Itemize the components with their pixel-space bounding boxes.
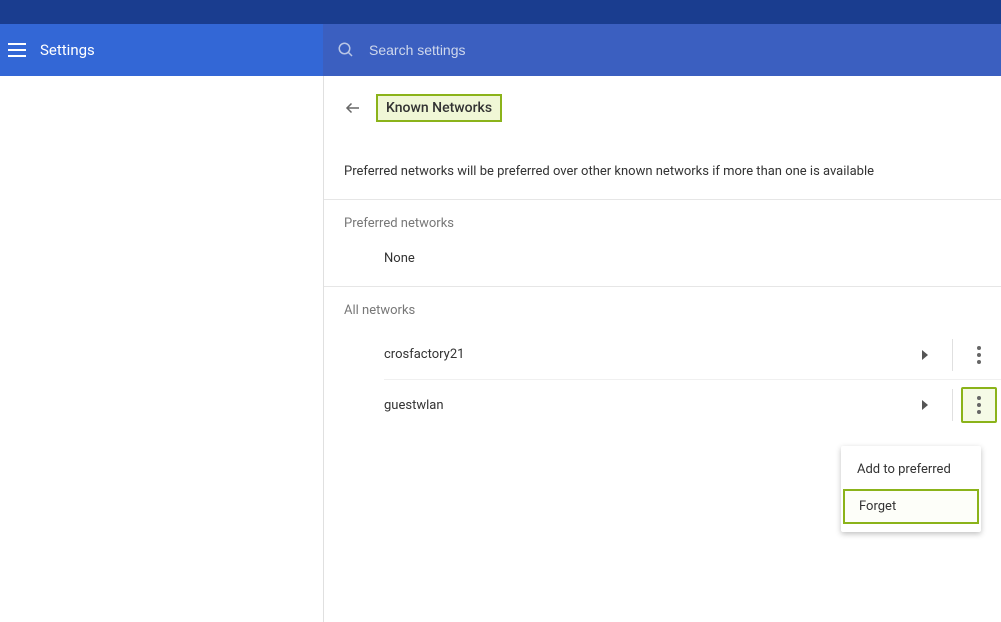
- all-networks-section: All networks crosfactory21 guestwlan: [324, 286, 1001, 438]
- app-title: Settings: [40, 41, 95, 59]
- network-name: guestwlan: [384, 398, 922, 413]
- chevron-right-icon: [922, 350, 928, 360]
- page-title-highlight: Known Networks: [376, 94, 502, 122]
- network-list: crosfactory21 guestwlan: [324, 330, 1001, 438]
- content-area: Known Networks Preferred networks will b…: [323, 76, 1001, 622]
- all-networks-label: All networks: [324, 287, 1001, 330]
- search-input[interactable]: [369, 42, 869, 58]
- menu-item-forget[interactable]: Forget: [843, 489, 979, 524]
- menu-item-add-to-preferred[interactable]: Add to preferred: [841, 452, 981, 487]
- preferred-networks-section: Preferred networks None: [324, 199, 1001, 286]
- chevron-right-icon: [922, 400, 928, 410]
- context-menu: Add to preferred Forget: [841, 446, 981, 532]
- page-description: Preferred networks will be preferred ove…: [324, 164, 1001, 199]
- row-divider: [952, 389, 953, 421]
- search-icon: [337, 41, 355, 59]
- kebab-icon: [977, 396, 981, 414]
- preferred-networks-none: None: [324, 243, 1001, 286]
- back-arrow-icon[interactable]: [344, 99, 362, 117]
- menu-icon[interactable]: [8, 43, 26, 57]
- kebab-icon: [977, 346, 981, 364]
- page-title: Known Networks: [386, 100, 492, 116]
- sidebar-blank: [0, 76, 323, 622]
- preferred-networks-label: Preferred networks: [324, 200, 1001, 243]
- network-row[interactable]: guestwlan: [384, 380, 1001, 430]
- row-divider: [952, 339, 953, 371]
- network-options-button[interactable]: [961, 337, 997, 373]
- network-options-button[interactable]: [961, 387, 997, 423]
- page-header: Known Networks: [324, 76, 1001, 140]
- network-row[interactable]: crosfactory21: [384, 330, 1001, 380]
- network-name: crosfactory21: [384, 347, 922, 362]
- window-top-strip: [0, 0, 1001, 24]
- search-container: [323, 24, 1001, 76]
